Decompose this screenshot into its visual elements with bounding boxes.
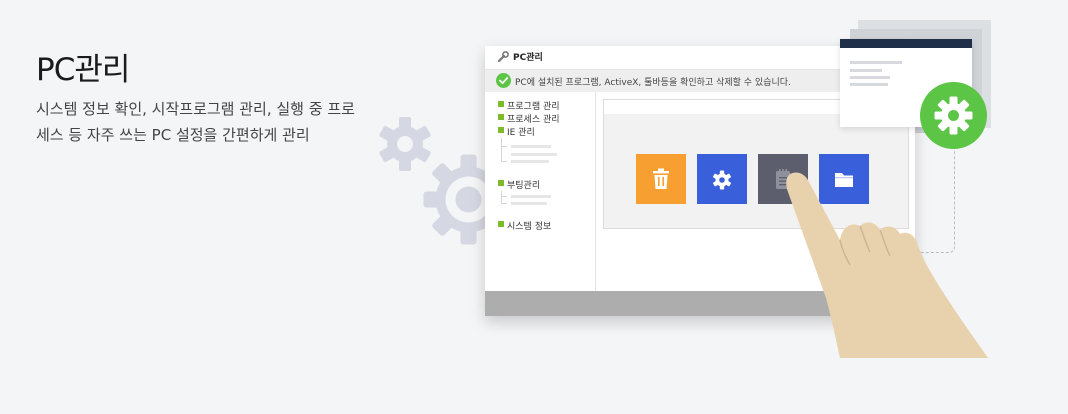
info-text: PC에 설치된 프로그램, ActiveX, 툴바등을 확인하고 삭제할 수 있… (515, 78, 791, 88)
tree-branch (501, 138, 502, 161)
page-description: 시스템 정보 확인, 시작프로그램 관리, 실행 중 프로세스 등 자주 쓰는 … (36, 100, 355, 144)
sidebar-item-label: 프로세스 관리 (507, 115, 560, 125)
document-header-bar (840, 39, 972, 48)
sidebar-item-label: 시스템 정보 (507, 222, 552, 232)
tree-branch (501, 191, 502, 203)
wrench-icon (497, 51, 509, 63)
subitem-placeholder (511, 160, 549, 163)
text-placeholder (850, 69, 882, 72)
tree-branch (501, 161, 507, 162)
sidebar-item-label: IE 관리 (507, 128, 535, 138)
subitem-placeholder (511, 153, 557, 156)
trash-tile-button[interactable] (636, 154, 686, 204)
gear-badge (920, 82, 987, 149)
sidebar: 프로그램 관리 프로세스 관리 IE 관리 부팅관리 시스템 정보 (485, 92, 596, 291)
bullet-square (498, 114, 504, 120)
bullet-square (498, 127, 504, 133)
window-title: PC관리 (513, 53, 543, 63)
sidebar-item-label: 프로그램 관리 (507, 102, 560, 112)
bullet-square (498, 221, 504, 227)
text-placeholder (850, 61, 902, 64)
sidebar-item-label: 부팅관리 (507, 181, 541, 191)
settings-tile-button[interactable] (697, 154, 747, 204)
trash-icon (653, 168, 669, 189)
tree-branch (501, 203, 507, 204)
check-circle-icon (496, 73, 511, 88)
subitem-placeholder (511, 145, 551, 148)
bullet-square (498, 101, 504, 107)
page-title: PC관리 (36, 52, 130, 88)
gear-icon (934, 96, 973, 135)
pointing-hand-illustration (786, 172, 988, 358)
subitem-placeholder (511, 202, 547, 205)
gear-icon (713, 170, 731, 190)
text-placeholder (850, 76, 890, 79)
bullet-square (498, 180, 504, 186)
text-placeholder (850, 83, 888, 86)
tree-branch (501, 196, 507, 197)
tree-branch (501, 146, 507, 147)
subitem-placeholder (511, 195, 551, 198)
